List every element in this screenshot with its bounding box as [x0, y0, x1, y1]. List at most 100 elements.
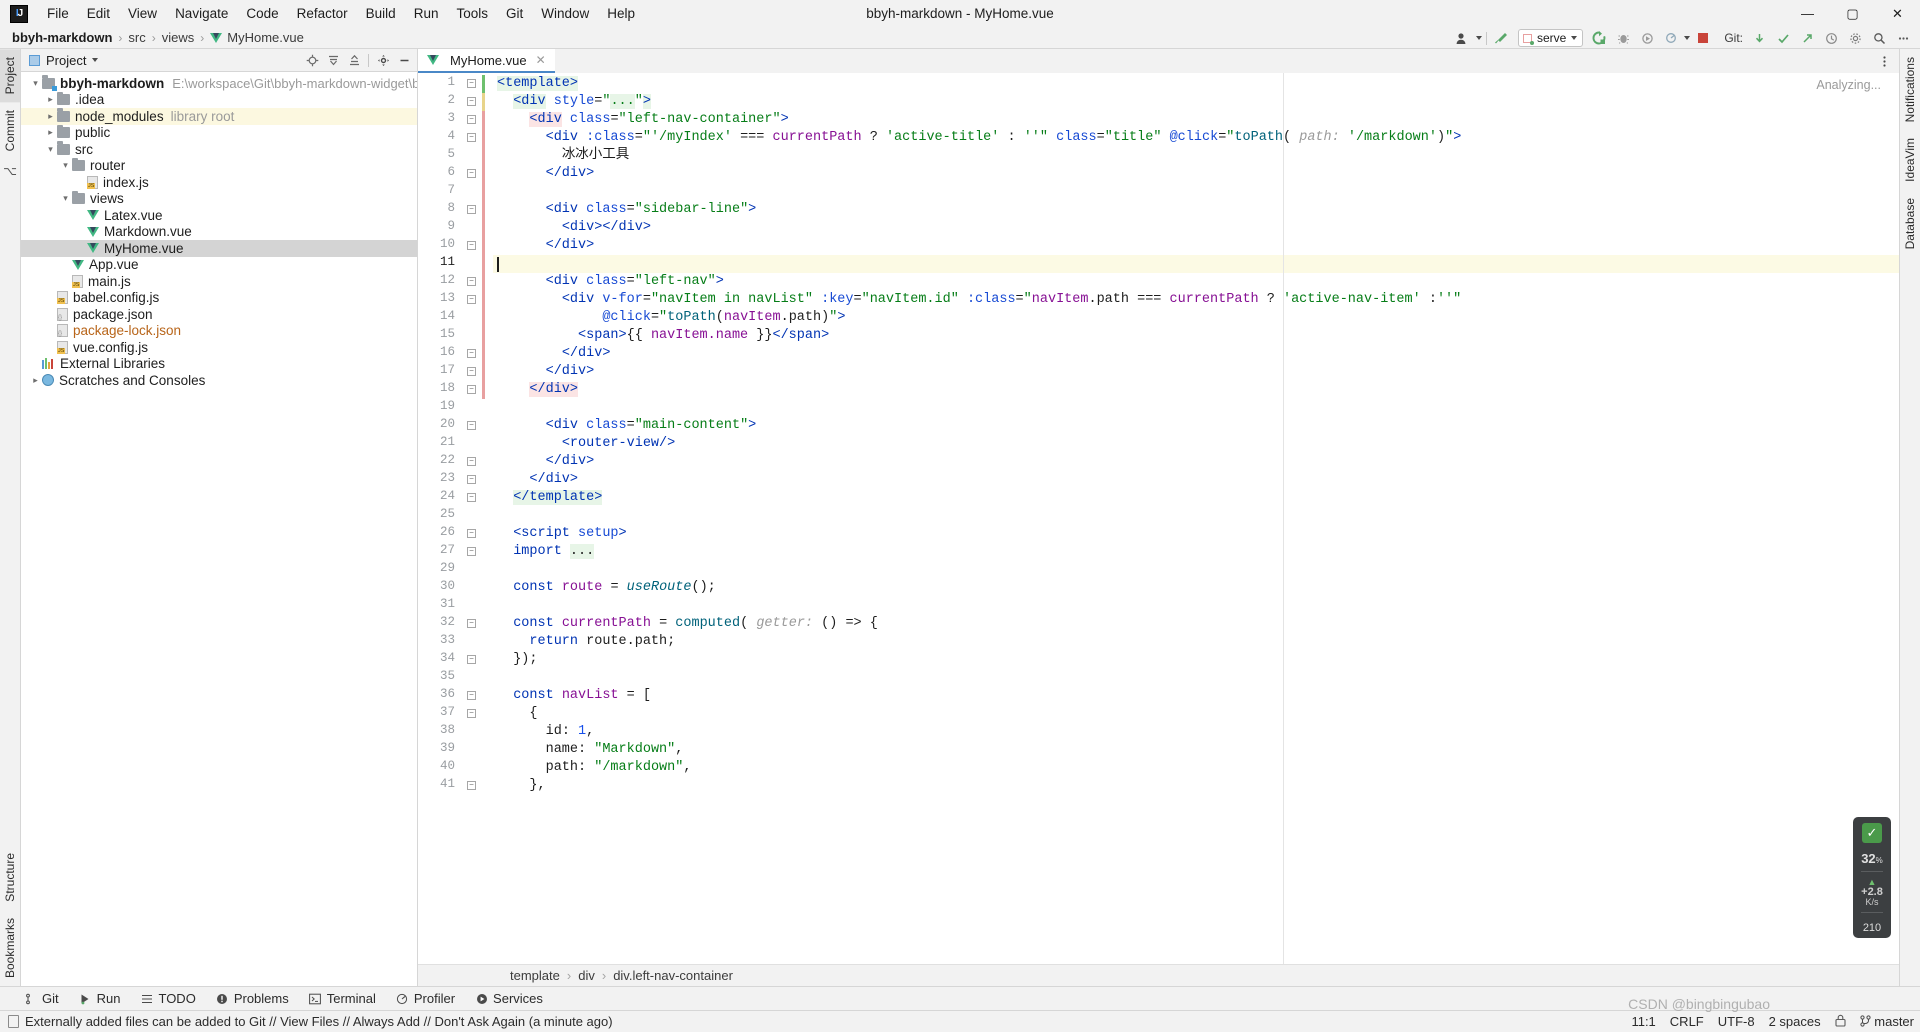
menu-view[interactable]: View [119, 3, 166, 24]
project-pane-title[interactable]: Project [29, 53, 99, 68]
editor-breadcrumb-left-nav-container[interactable]: div.left-nav-container [613, 968, 733, 983]
chevron-right-icon[interactable]: ▸ [44, 111, 57, 122]
code-fold-icon[interactable]: − [466, 708, 477, 719]
menu-build[interactable]: Build [357, 3, 405, 24]
tree-node-babel-config-js[interactable]: babel.config.js [21, 290, 417, 307]
tree-node-bbyh-markdown[interactable]: ▾ bbyh-markdown E:\workspace\Git\bbyh-mark… [21, 75, 417, 92]
bottom-tool-profiler[interactable]: Profiler [396, 991, 455, 1006]
editor-breadcrumb-template[interactable]: template [510, 968, 560, 983]
chevron-right-icon[interactable]: ▸ [44, 94, 57, 105]
menu-tools[interactable]: Tools [447, 3, 497, 24]
settings-gear-icon[interactable] [1844, 28, 1866, 48]
debug-icon[interactable] [1612, 28, 1634, 48]
menu-run[interactable]: Run [405, 3, 448, 24]
breadcrumb-project[interactable]: bbyh-markdown [12, 30, 112, 45]
expand-all-icon[interactable] [324, 51, 342, 69]
tree-node--idea[interactable]: ▸ .idea [21, 91, 417, 109]
menu-edit[interactable]: Edit [78, 3, 119, 24]
code-fold-icon[interactable]: − [466, 420, 477, 431]
project-file-tree[interactable]: ▾ bbyh-markdown E:\workspace\Git\bbyh-mark… [21, 72, 417, 986]
close-icon[interactable]: ✕ [536, 53, 546, 67]
chevron-down-icon[interactable]: ▾ [59, 160, 72, 171]
menu-file[interactable]: File [38, 3, 78, 24]
run-configuration-selector[interactable]: serve [1517, 29, 1584, 47]
menu-code[interactable]: Code [237, 3, 287, 24]
chevron-right-icon[interactable]: ▸ [44, 127, 57, 138]
bottom-tool-run[interactable]: Run [79, 991, 120, 1006]
code-fold-icon[interactable]: − [466, 654, 477, 665]
code-fold-icon[interactable]: − [466, 114, 477, 125]
menu-window[interactable]: Window [532, 3, 598, 24]
code-fold-icon[interactable]: − [466, 168, 477, 179]
git-commit-icon[interactable] [1772, 28, 1794, 48]
hide-window-icon[interactable] [395, 51, 413, 69]
vcs-change-marker[interactable] [482, 93, 485, 111]
tree-node-package-json[interactable]: package.json [21, 306, 417, 323]
history-icon[interactable] [1820, 28, 1842, 48]
code-fold-icon[interactable]: − [466, 132, 477, 143]
user-icon[interactable] [1452, 28, 1474, 48]
tree-node-public[interactable]: ▸ public [21, 124, 417, 142]
tree-node-latex-vue[interactable]: Latex.vue [21, 207, 417, 224]
tree-node-vue-config-js[interactable]: vue.config.js [21, 339, 417, 356]
code-fold-icon[interactable]: − [466, 384, 477, 395]
breadcrumb-src[interactable]: src [128, 30, 145, 45]
code-fold-icon[interactable]: − [466, 528, 477, 539]
pull-requests-icon[interactable]: ⌥ [0, 160, 20, 182]
sidebar-item-notifications[interactable]: Notifications [1900, 49, 1920, 130]
tree-node-app-vue[interactable]: App.vue [21, 257, 417, 274]
search-icon[interactable] [1868, 28, 1890, 48]
tree-node-index-js[interactable]: index.js [21, 174, 417, 191]
tree-node-scratches-and-consoles[interactable]: ▸ Scratches and Consoles [21, 372, 417, 389]
chevron-down-icon[interactable]: ▾ [59, 193, 72, 204]
git-update-icon[interactable] [1748, 28, 1770, 48]
file-encoding[interactable]: UTF-8 [1718, 1014, 1755, 1029]
vcs-change-marker[interactable] [482, 75, 485, 93]
code-fold-icon[interactable]: − [466, 492, 477, 503]
profile-chevron-down-icon[interactable] [1684, 36, 1691, 40]
code-fold-icon[interactable]: − [466, 546, 477, 557]
bottom-tool-problems[interactable]: Problems [216, 991, 289, 1006]
more-icon[interactable] [1875, 52, 1893, 70]
code-fold-icon[interactable]: − [466, 204, 477, 215]
tree-node-package-lock-json[interactable]: package-lock.json [21, 323, 417, 340]
code-content[interactable]: <template> <div style="..."> <div class=… [493, 73, 1899, 964]
code-editor[interactable]: Analyzing... 1−2−3−4−5 6−7 8−9 10−11 12−13−1… [418, 73, 1899, 964]
line-separator[interactable]: CRLF [1670, 1014, 1704, 1029]
code-fold-icon[interactable]: − [466, 366, 477, 377]
sidebar-item-project[interactable]: Project [0, 49, 20, 103]
breadcrumb-views[interactable]: views [162, 30, 195, 45]
code-fold-icon[interactable]: − [466, 474, 477, 485]
menu-help[interactable]: Help [598, 3, 644, 24]
bottom-tool-git[interactable]: Git [24, 991, 59, 1006]
menu-git[interactable]: Git [497, 3, 532, 24]
sidebar-item-database[interactable]: Database [1900, 190, 1920, 257]
code-fold-icon[interactable]: − [466, 618, 477, 629]
rerun-icon[interactable] [1588, 28, 1610, 48]
chevron-down-icon[interactable] [92, 58, 99, 62]
read-only-toggle-icon[interactable] [1835, 1014, 1846, 1030]
bottom-tool-todo[interactable]: TODO [140, 991, 196, 1006]
sidebar-item-commit[interactable]: Commit [0, 102, 20, 159]
vcs-change-marker[interactable] [482, 111, 485, 399]
close-button[interactable]: ✕ [1875, 0, 1920, 27]
maximize-button[interactable]: ▢ [1830, 0, 1875, 27]
editor-gutter[interactable]: 1−2−3−4−5 6−7 8−9 10−11 12−13−14 15 16−17−18−1… [418, 73, 493, 964]
tab-myhome-vue[interactable]: MyHome.vue ✕ [418, 49, 555, 73]
tree-node-views[interactable]: ▾ views [21, 190, 417, 208]
code-fold-icon[interactable]: − [466, 240, 477, 251]
sidebar-item-structure[interactable]: Structure [0, 845, 20, 910]
stop-button[interactable] [1692, 28, 1714, 48]
profile-run-icon[interactable] [1660, 28, 1682, 48]
tree-node-markdown-vue[interactable]: Markdown.vue [21, 224, 417, 241]
code-fold-icon[interactable]: − [466, 96, 477, 107]
inspection-widget[interactable]: ✓ 32% ▲ +2.8 K/s 210 [1853, 817, 1891, 938]
settings-gear-icon[interactable] [374, 51, 392, 69]
git-branch-indicator[interactable]: master [1860, 1014, 1914, 1029]
user-chevron-down-icon[interactable] [1475, 36, 1482, 40]
tree-node-src[interactable]: ▾ src [21, 141, 417, 158]
menu-navigate[interactable]: Navigate [166, 3, 237, 24]
code-fold-icon[interactable]: − [466, 78, 477, 89]
code-fold-icon[interactable]: − [466, 690, 477, 701]
status-message[interactable]: Externally added files can be added to G… [25, 1014, 613, 1029]
